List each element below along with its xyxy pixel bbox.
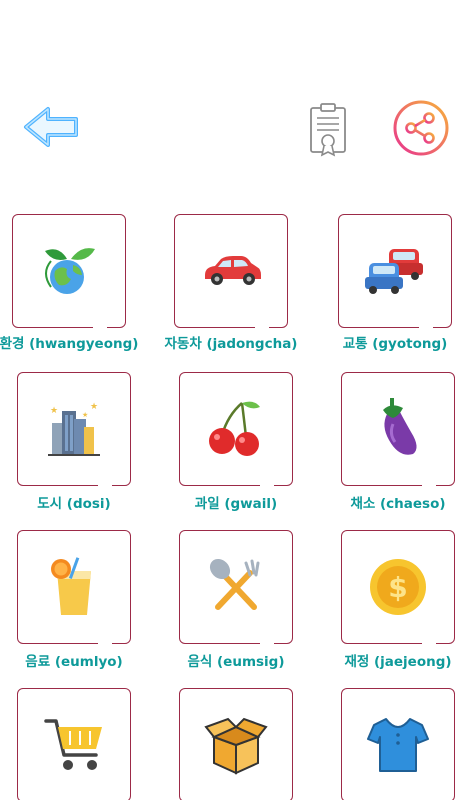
category-label: 음료 (eumlyo) <box>25 654 123 670</box>
certificate-button[interactable] <box>306 102 352 158</box>
shopping-cart-icon <box>44 719 102 770</box>
svg-text:★: ★ <box>90 402 98 412</box>
certificate-icon <box>310 103 346 157</box>
category-label: 채소 (chaeso) <box>350 496 446 512</box>
category-card-shopping[interactable] <box>17 688 131 800</box>
shirt-icon <box>367 718 429 772</box>
category-label: 도시 (dosi) <box>37 496 111 512</box>
arrow-left-icon <box>24 107 78 147</box>
share-button[interactable] <box>392 99 450 157</box>
category-label: 환경 (hwangyeong) <box>0 336 139 352</box>
category-card-fruit[interactable] <box>179 372 293 488</box>
category-card-food[interactable] <box>179 530 293 646</box>
back-button[interactable] <box>22 104 82 150</box>
share-icon <box>393 100 449 156</box>
category-card-drink[interactable] <box>17 530 131 646</box>
spoon-fork-icon <box>209 558 260 610</box>
category-card-car[interactable] <box>174 214 288 330</box>
cherries-icon <box>209 401 260 456</box>
category-card-box[interactable] <box>179 688 293 800</box>
category-card-environment[interactable] <box>12 214 126 330</box>
car-icon <box>205 256 261 285</box>
header <box>0 0 474 200</box>
category-label: 과일 (gwail) <box>194 496 278 512</box>
city-buildings-icon: ★ ★ ★ <box>48 402 100 456</box>
eggplant-icon <box>383 398 417 455</box>
earth-leaves-icon <box>45 248 95 294</box>
category-grid: 환경 (hwangyeong) 자동차 (jadongcha) 교통 (gyot… <box>0 210 474 800</box>
category-card-finance[interactable]: $ <box>341 530 455 646</box>
category-card-city[interactable]: ★ ★ ★ <box>17 372 131 488</box>
svg-text:$: $ <box>388 571 407 604</box>
svg-text:★: ★ <box>50 406 58 416</box>
category-label: 음식 (eumsig) <box>187 654 285 670</box>
dollar-coin-icon: $ <box>370 559 426 615</box>
box-icon <box>204 717 268 775</box>
category-label: 교통 (gyotong) <box>342 336 448 352</box>
svg-text:★: ★ <box>82 411 88 419</box>
category-label: 자동차 (jadongcha) <box>164 336 298 352</box>
category-card-vegetable[interactable] <box>341 372 455 488</box>
drink-juice-icon <box>51 557 91 615</box>
category-label: 재정 (jaejeong) <box>344 654 452 670</box>
category-card-clothing[interactable] <box>341 688 455 800</box>
traffic-cars-icon <box>365 249 423 294</box>
category-card-traffic[interactable] <box>338 214 452 330</box>
